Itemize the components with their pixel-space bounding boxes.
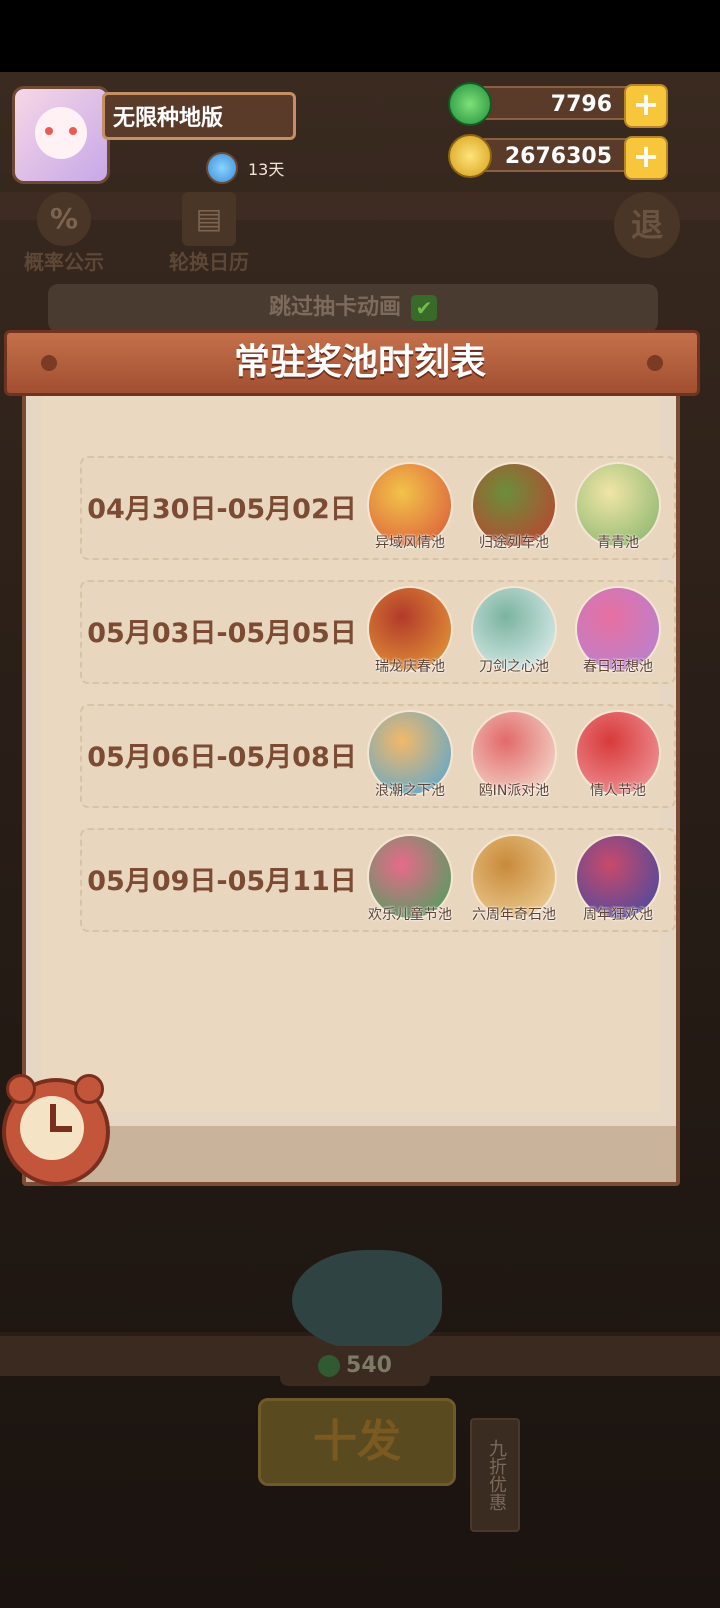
prize-pool[interactable]: 春日狂想池 xyxy=(566,586,670,675)
add-gold-button[interactable]: + xyxy=(624,136,668,180)
schedule-row: 05月09日-05月11日 欢乐儿童节池 六周年奇石池 周年狂欢池 xyxy=(80,828,676,932)
schedule-row: 05月03日-05月05日瑞龙庆春池 刀剑之心池 春日狂想池 xyxy=(80,580,676,684)
jade-currency: 7796 + xyxy=(448,82,668,128)
pool-name: 春日狂想池 xyxy=(583,659,653,675)
popup-title: 常驻奖池时刻表 xyxy=(233,342,486,383)
prize-pool[interactable]: 青青池 xyxy=(566,462,670,551)
calendar-button[interactable]: ▤ 轮换日历 xyxy=(162,192,256,275)
pool-name: 欢乐儿童节池 xyxy=(368,907,452,923)
clock-bell xyxy=(74,1074,104,1104)
prize-pool[interactable]: 六周年奇石池 xyxy=(462,834,566,923)
schedule-row: 05月06日-05月08日浪潮之下池 鸥IN派对池 情人节池 xyxy=(80,704,676,808)
prize-pool[interactable]: 归途列车池 xyxy=(462,462,566,551)
days-indicator: 13天 xyxy=(206,152,284,184)
pool-name: 鸥IN派对池 xyxy=(478,783,550,799)
jade-amount: 7796 xyxy=(468,86,648,120)
pool-name: 瑞龙庆春池 xyxy=(375,659,445,675)
percent-icon: % xyxy=(37,192,91,246)
add-jade-button[interactable]: + xyxy=(624,84,668,128)
prize-pool[interactable]: 鸥IN派对池 xyxy=(462,710,566,799)
prize-pool[interactable]: 浪潮之下池 xyxy=(358,710,462,799)
prize-pool[interactable]: 情人节池 xyxy=(566,710,670,799)
avatar-eye xyxy=(45,127,53,135)
exit-button[interactable]: 退 xyxy=(614,192,680,258)
date-range: 04月30日-05月02日 xyxy=(87,494,357,525)
pool-name: 浪潮之下池 xyxy=(375,783,445,799)
probability-button[interactable]: % 概率公示 xyxy=(18,192,110,275)
pool-name: 异域风情池 xyxy=(375,535,445,551)
prize-pool[interactable]: 周年狂欢池 xyxy=(566,834,670,923)
discount-tag: 九折优惠 xyxy=(470,1418,520,1532)
pool-name: 刀剑之心池 xyxy=(479,659,549,675)
avatar-face xyxy=(35,107,87,159)
pool-name: 情人节池 xyxy=(590,783,646,799)
avatar-eye xyxy=(69,127,77,135)
days-label: 13天 xyxy=(248,160,285,179)
schedule-row: 04月30日-05月02日异域风情池 归途列车池 青青池 xyxy=(80,456,676,560)
date-range: 05月06日-05月08日 xyxy=(87,742,357,773)
ten-draw-button[interactable]: 十发 xyxy=(258,1398,456,1486)
skip-animation-label: 跳过抽卡动画 xyxy=(268,295,401,320)
farm-season-icon xyxy=(206,152,238,184)
player-name: 无限种地版 xyxy=(102,92,296,140)
prize-pool[interactable]: 瑞龙庆春池 xyxy=(358,586,462,675)
pool-name: 青青池 xyxy=(597,535,639,551)
pool-name: 归途列车池 xyxy=(479,535,549,551)
gold-currency: 2676305 + xyxy=(448,134,668,180)
draw-cost: 540 xyxy=(280,1346,430,1386)
pool-name: 周年狂欢池 xyxy=(583,907,653,923)
skip-animation-toggle[interactable]: 跳过抽卡动画 ✔ xyxy=(48,284,658,332)
gold-amount: 2676305 xyxy=(468,138,648,172)
panel-fold xyxy=(26,1126,676,1182)
player-avatar[interactable] xyxy=(12,86,110,184)
cost-amount: 540 xyxy=(346,1353,392,1378)
gold-coin-icon xyxy=(448,134,492,178)
prize-pool[interactable]: 异域风情池 xyxy=(358,462,462,551)
clock-hand xyxy=(50,1126,72,1132)
date-range: 05月03日-05月05日 xyxy=(87,618,357,649)
probability-label: 概率公示 xyxy=(24,250,104,274)
checkmark-icon: ✔ xyxy=(411,295,437,321)
jade-icon xyxy=(448,82,492,126)
fish-mascot xyxy=(292,1250,442,1350)
calendar-icon: ▤ xyxy=(182,192,236,246)
pool-name: 六周年奇石池 xyxy=(472,907,556,923)
date-range: 05月09日-05月11日 xyxy=(87,866,357,897)
jade-icon xyxy=(318,1355,341,1377)
calendar-label: 轮换日历 xyxy=(169,250,249,274)
clock-bell xyxy=(6,1074,36,1104)
prize-pool[interactable]: 刀剑之心池 xyxy=(462,586,566,675)
prize-pool[interactable]: 欢乐儿童节池 xyxy=(358,834,462,923)
